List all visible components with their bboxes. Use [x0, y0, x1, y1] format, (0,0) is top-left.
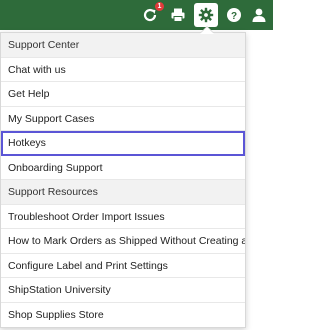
printer-icon[interactable]	[166, 3, 190, 27]
menu-item-shipstation-university[interactable]: ShipStation University	[1, 278, 245, 303]
dropdown-caret	[200, 27, 214, 34]
section-support-center: Support Center	[1, 33, 245, 58]
help-icon[interactable]: ?	[222, 3, 246, 27]
menu-item-configure-label-print[interactable]: Configure Label and Print Settings	[1, 254, 245, 278]
notification-badge: 1	[154, 1, 165, 12]
menu-item-onboarding-support[interactable]: Onboarding Support	[1, 156, 245, 180]
menu-item-shop-supplies-store[interactable]: Shop Supplies Store	[1, 303, 245, 328]
menu-item-troubleshoot-order-import[interactable]: Troubleshoot Order Import Issues	[1, 205, 245, 229]
menu-item-my-support-cases[interactable]: My Support Cases	[1, 107, 245, 131]
menu-item-mark-orders-shipped[interactable]: How to Mark Orders as Shipped Without Cr…	[1, 229, 245, 254]
svg-text:?: ?	[231, 11, 237, 22]
user-icon[interactable]	[247, 3, 271, 27]
support-dropdown-menu: Support Center Chat with us Get Help My …	[0, 32, 246, 328]
menu-item-hotkeys[interactable]: Hotkeys	[1, 131, 245, 156]
top-navigation-bar: 1 ?	[0, 0, 273, 30]
menu-item-get-help[interactable]: Get Help	[1, 82, 245, 107]
menu-item-chat-with-us[interactable]: Chat with us	[1, 58, 245, 82]
section-support-resources: Support Resources	[1, 180, 245, 205]
refresh-icon[interactable]: 1	[138, 1, 165, 27]
gear-icon[interactable]	[194, 3, 218, 27]
